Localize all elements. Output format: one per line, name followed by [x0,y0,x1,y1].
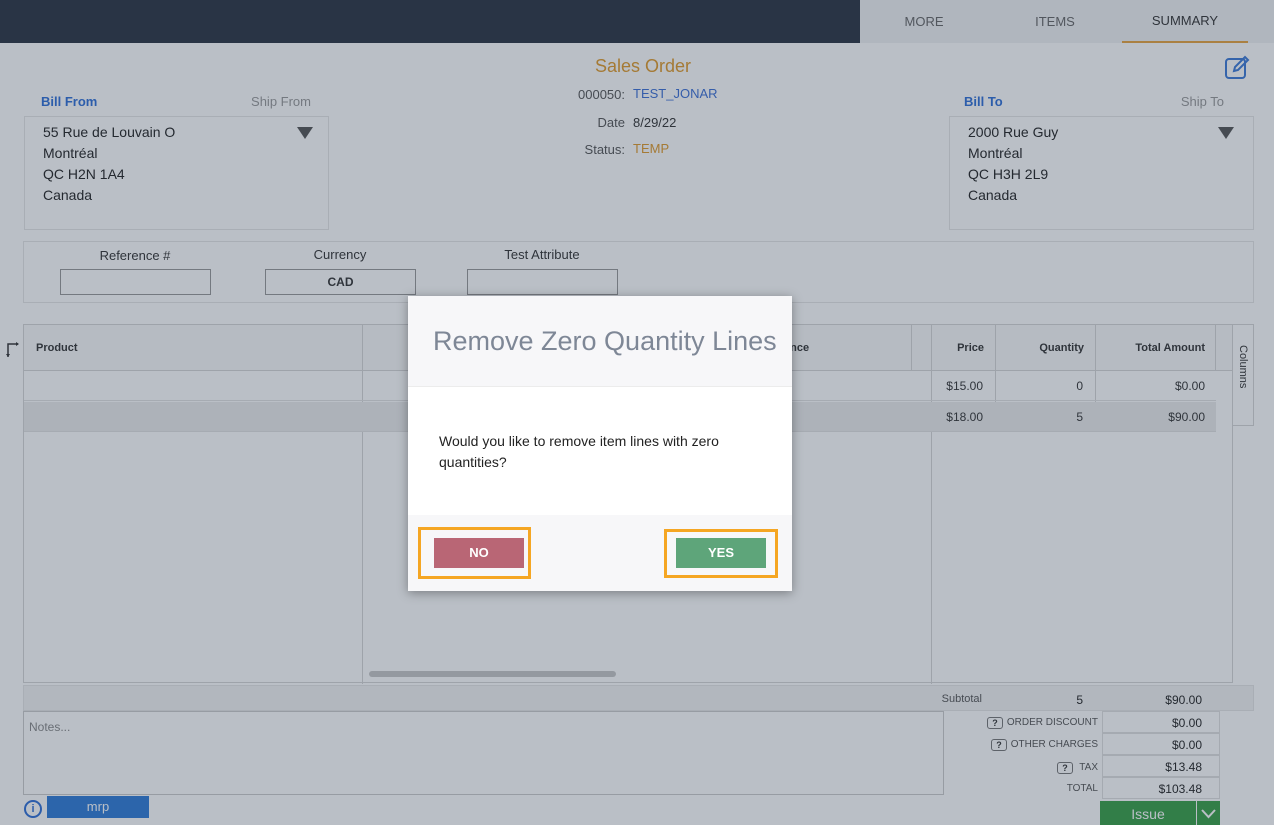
dialog-header: Remove Zero Quantity Lines [408,296,792,387]
dialog-title: Remove Zero Quantity Lines [433,326,777,356]
dialog-message: Would you like to remove item lines with… [439,433,719,470]
yes-button[interactable]: YES [676,538,766,568]
no-button[interactable]: NO [434,538,524,568]
remove-zero-quantity-dialog: Remove Zero Quantity Lines Would you lik… [408,296,792,591]
